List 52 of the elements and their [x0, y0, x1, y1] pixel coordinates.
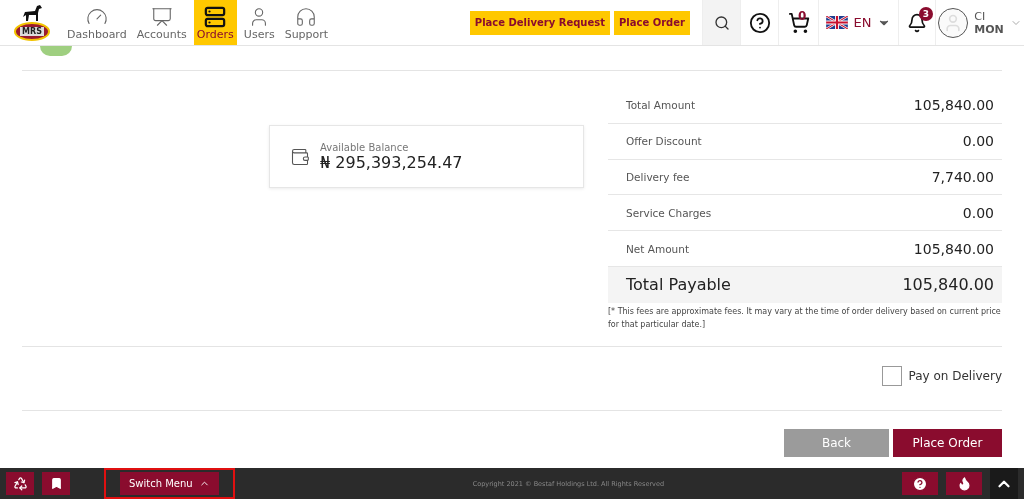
logo-text: MRS [20, 27, 44, 36]
recycle-button[interactable] [6, 472, 34, 495]
summary-label: Service Charges [626, 206, 712, 219]
nav-tab[interactable]: Accounts [133, 0, 190, 45]
horse-icon [21, 4, 43, 22]
server-icon [204, 6, 227, 28]
bookmark-icon [49, 477, 63, 490]
presentation-icon [150, 6, 173, 28]
total-label: Total Payable [626, 275, 731, 295]
summary-label: Delivery fee [626, 171, 690, 183]
headset-icon [295, 6, 318, 28]
balance-label: Available Balance [320, 141, 410, 153]
notification-badge: 3 [919, 7, 933, 21]
user-name: MON [974, 22, 1004, 36]
avatar-edge [40, 46, 72, 56]
summary-label: Net Amount [626, 242, 690, 255]
header-button[interactable]: Place Order [614, 10, 690, 35]
summary-value: 0.00 [962, 204, 994, 221]
nav-tab[interactable]: Dashboard [64, 0, 130, 45]
fee-note: [* This fees are approximate fees. It may vary at the time of order delivery based on current price for that particular date.] [608, 306, 1002, 331]
help-icon [912, 475, 928, 492]
place-order-button[interactable]: Place Order [893, 429, 1002, 457]
flame-icon [956, 476, 972, 491]
switch-menu-button[interactable]: Switch Menu [120, 472, 219, 495]
summary-label: Offer Discount [626, 135, 702, 148]
wallet-icon [290, 146, 310, 167]
summary-label: Total Amount [626, 99, 696, 112]
bookmark-button[interactable] [42, 472, 70, 495]
user-name: CI [974, 9, 987, 23]
flag-icon [825, 16, 848, 29]
checkbox-label: Pay on Delivery [908, 368, 1002, 383]
pay-on-delivery-checkbox[interactable] [882, 365, 903, 386]
help-icon [748, 11, 771, 34]
help-button[interactable] [902, 472, 938, 495]
nav-tab[interactable]: Users [240, 0, 278, 45]
scroll-top-button[interactable] [990, 468, 1018, 499]
summary-value: 105,840.00 [913, 240, 994, 257]
recycle-icon [12, 476, 28, 491]
logo[interactable]: MRS [0, 0, 58, 45]
total-value: 105,840.00 [902, 275, 994, 295]
nav-tab[interactable]: Orders [193, 0, 237, 45]
header-button[interactable]: Place Delivery Request [469, 10, 610, 35]
bell-icon [907, 12, 927, 33]
summary-value: 105,840.00 [913, 97, 994, 114]
notifications-button[interactable]: 3 [898, 0, 935, 45]
search-icon [713, 14, 730, 31]
summary-value: 0.00 [962, 133, 994, 150]
search-button[interactable] [702, 0, 740, 45]
balance-amount: ₦ 295,393,254.47 [320, 152, 463, 172]
nav-tab[interactable]: Support [281, 0, 332, 45]
summary-value: 7,740.00 [931, 169, 994, 185]
flame-button[interactable] [946, 472, 982, 495]
